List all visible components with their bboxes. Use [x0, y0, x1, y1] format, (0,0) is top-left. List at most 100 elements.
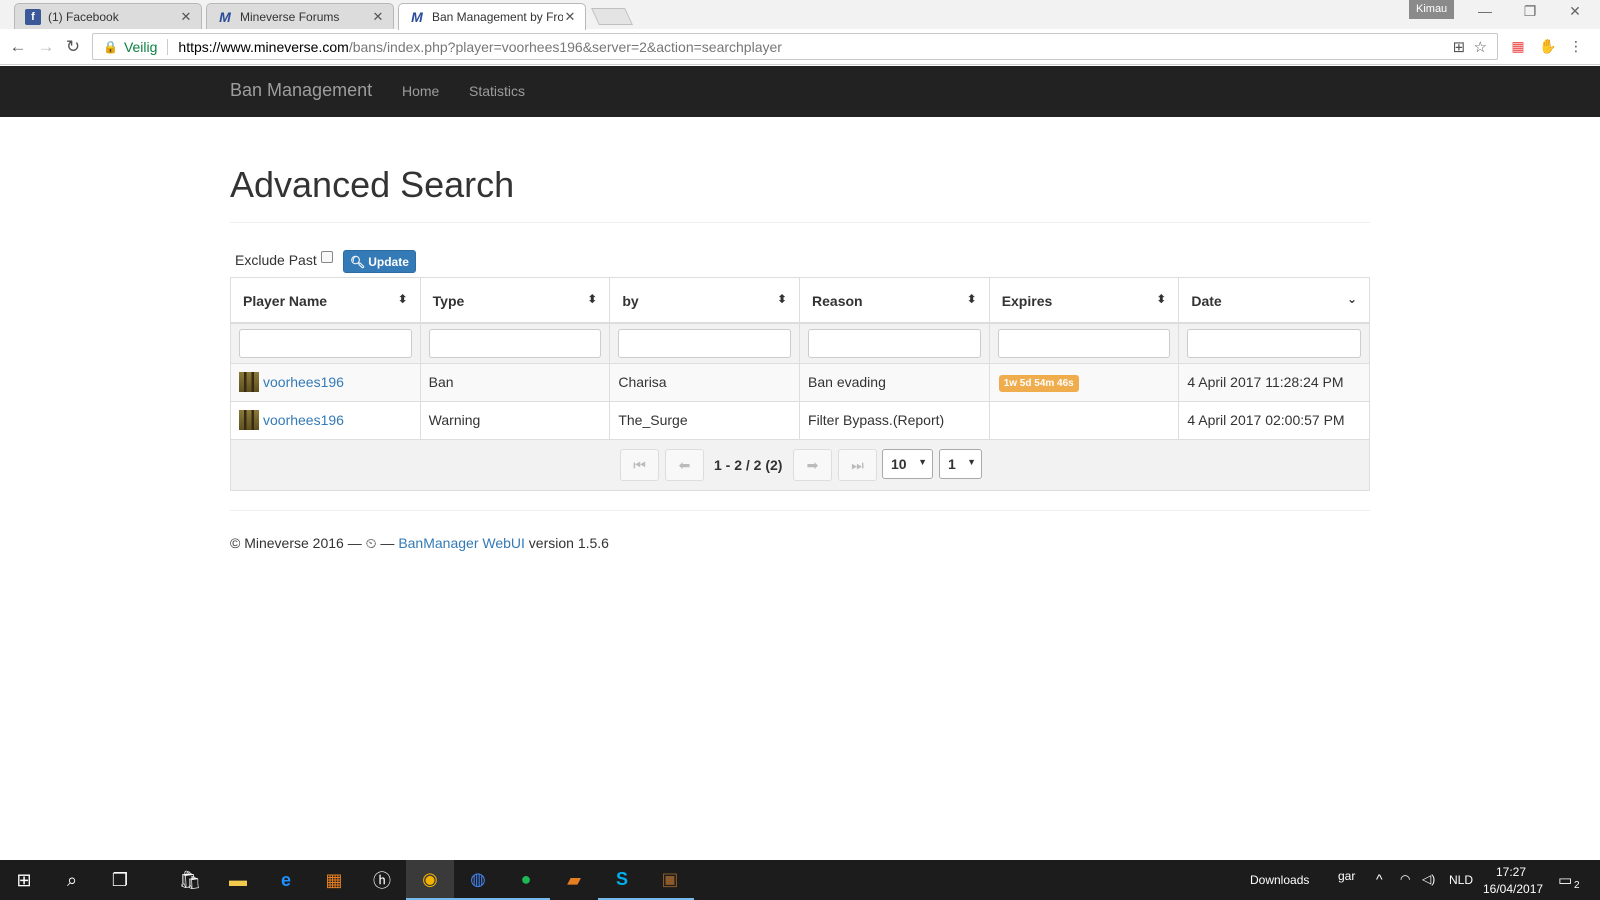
browser-toolbar: ← → ↻ 🔒 Veilig https://www.mineverse.com… [0, 29, 1600, 65]
folder-toolbar[interactable]: gar [1338, 869, 1355, 883]
menu-icon[interactable]: ⋮ [1567, 37, 1585, 55]
header-type[interactable]: Type ⬍ [420, 278, 611, 324]
header-expires[interactable]: Expires ⬍ [989, 278, 1180, 324]
filter-by-input[interactable] [618, 329, 792, 358]
reason-cell: Filter Bypass.(Report) [800, 402, 990, 440]
omnibox-actions: ⊞ ☆ [1453, 38, 1487, 56]
update-button[interactable]: 🔍︎ Update [343, 250, 416, 273]
extension-icon[interactable]: ▦ [1509, 37, 1527, 55]
spotify-icon[interactable]: ● [502, 860, 550, 900]
secure-label: Veilig [123, 38, 158, 55]
sort-icon: ⬍ [587, 292, 598, 306]
new-tab-button[interactable] [591, 8, 633, 25]
clock-time[interactable]: 17:27 [1496, 865, 1526, 879]
extension-hand-icon[interactable]: ✋ [1539, 37, 1557, 55]
downloads-toolbar[interactable]: Downloads [1250, 873, 1309, 887]
browser-tab-facebook[interactable]: f (1) Facebook ✕ [14, 3, 202, 29]
close-tab-icon[interactable]: ✕ [371, 9, 385, 25]
results-table: Player Name ⬍ Type ⬍ by ⬍ Reason ⬍ Expires ⬍ … [230, 277, 1370, 491]
tab-title: Ban Management by Fro [432, 10, 563, 24]
reload-icon[interactable]: ↻ [63, 37, 83, 57]
banmanager-link[interactable]: BanManager WebUI [398, 535, 525, 551]
restore-icon[interactable]: ❐ [1520, 3, 1540, 20]
prev-page-icon[interactable]: ⬅ [665, 449, 704, 481]
nav-home[interactable]: Home [402, 83, 439, 99]
store-icon[interactable]: 🛍︎ [166, 860, 214, 900]
footer-dash: — [376, 535, 399, 551]
player-link[interactable]: voorhees196 [263, 412, 344, 428]
browser-tab-ban-management[interactable]: M Ban Management by Fro ✕ [398, 3, 586, 30]
search-icon: 🔍︎ [350, 254, 366, 269]
exclude-past-checkbox[interactable] [320, 251, 333, 263]
table-row: voorhees196 Warning The_Surge Filter Byp… [231, 402, 1370, 440]
clock-date[interactable]: 16/04/2017 [1483, 882, 1543, 896]
nav-statistics[interactable]: Statistics [469, 83, 525, 99]
page-title: Advanced Search [230, 164, 515, 205]
sort-icon: ⬍ [966, 292, 977, 306]
header-label: Reason [812, 293, 863, 309]
forward-icon[interactable]: → [36, 37, 56, 57]
browser-tab-mineverse-forums[interactable]: M Mineverse Forums ✕ [206, 3, 394, 29]
notifications-icon[interactable]: ▭ [1558, 871, 1572, 889]
first-page-icon[interactable]: ⏮ [620, 449, 659, 481]
app-icon[interactable]: ▰ [550, 860, 598, 900]
next-page-icon[interactable]: ➡ [793, 449, 832, 481]
chrome-icon[interactable]: ◉ [406, 860, 454, 900]
bookmark-star-icon[interactable]: ☆ [1474, 39, 1487, 56]
task-view-icon[interactable]: ❐ [96, 860, 144, 900]
minimize-icon[interactable]: — [1475, 3, 1495, 19]
site-brand[interactable]: Ban Management [230, 80, 372, 101]
page-size-select[interactable]: 10 ▼ [882, 449, 933, 479]
windows-start-icon[interactable]: ⊞ [0, 860, 48, 900]
header-player-name[interactable]: Player Name ⬍ [231, 278, 421, 324]
date-cell: 4 April 2017 02:00:57 PM [1179, 402, 1370, 440]
pagination-info: 1 - 2 / 2 (2) [714, 457, 783, 473]
filter-expires-input[interactable] [997, 329, 1171, 358]
date-cell: 4 April 2017 11:28:24 PM [1179, 364, 1370, 402]
close-window-icon[interactable]: ✕ [1565, 3, 1585, 20]
footer-copyright: © Mineverse 2016 — [230, 535, 366, 551]
type-cell: Ban [420, 364, 611, 402]
dropdown-caret-icon: ▼ [918, 457, 927, 467]
player-link[interactable]: voorhees196 [263, 374, 344, 390]
sort-desc-icon: ⌄ [1346, 292, 1358, 306]
minecraft-icon[interactable]: ▣ [646, 860, 694, 900]
header-label: Type [432, 293, 465, 309]
file-explorer-icon[interactable]: ▬ [214, 860, 262, 900]
header-label: Date [1191, 293, 1222, 309]
header-reason[interactable]: Reason ⬍ [800, 278, 990, 324]
network-icon[interactable]: ◠ [1400, 872, 1410, 886]
header-by[interactable]: by ⬍ [610, 278, 801, 324]
page-value: 1 [948, 456, 956, 472]
volume-icon[interactable]: ◁) [1422, 872, 1435, 886]
header-date[interactable]: Date ⌄ [1179, 278, 1370, 324]
chrome-app-icon[interactable]: ◍ [454, 860, 502, 900]
skype-icon[interactable]: S [598, 860, 646, 900]
edge-icon[interactable]: e [262, 860, 310, 900]
close-tab-icon[interactable]: ✕ [563, 9, 577, 25]
search-icon[interactable]: ⌕ [48, 860, 96, 900]
back-icon[interactable]: ← [8, 37, 28, 57]
filter-player-name-input[interactable] [239, 329, 412, 358]
by-cell: The_Surge [610, 402, 801, 440]
filter-date-input[interactable] [1187, 329, 1362, 358]
chevron-up-icon[interactable]: ^ [1376, 871, 1383, 887]
filter-reason-input[interactable] [808, 329, 981, 358]
address-bar[interactable]: 🔒 Veilig https://www.mineverse.com/bans/… [92, 33, 1498, 60]
tab-title: Mineverse Forums [240, 9, 340, 24]
translate-icon[interactable]: ⊞ [1453, 39, 1466, 56]
expires-cell [989, 402, 1180, 440]
tab-title: (1) Facebook [48, 9, 119, 24]
header-label: by [622, 293, 639, 309]
profile-button[interactable]: Kimau [1409, 0, 1455, 19]
filter-type-input[interactable] [428, 329, 602, 358]
page-select[interactable]: 1 ▼ [939, 449, 982, 479]
hp-icon[interactable]: ⓗ [358, 860, 406, 900]
last-page-icon[interactable]: ⏭ [838, 449, 877, 481]
language-indicator[interactable]: NLD [1449, 873, 1473, 887]
address-separator [167, 38, 169, 55]
photos-app-icon[interactable]: ▦ [310, 860, 358, 900]
sort-icon: ⬍ [776, 292, 788, 306]
exclude-past-control: Exclude Past [235, 251, 333, 268]
close-tab-icon[interactable]: ✕ [179, 9, 193, 25]
